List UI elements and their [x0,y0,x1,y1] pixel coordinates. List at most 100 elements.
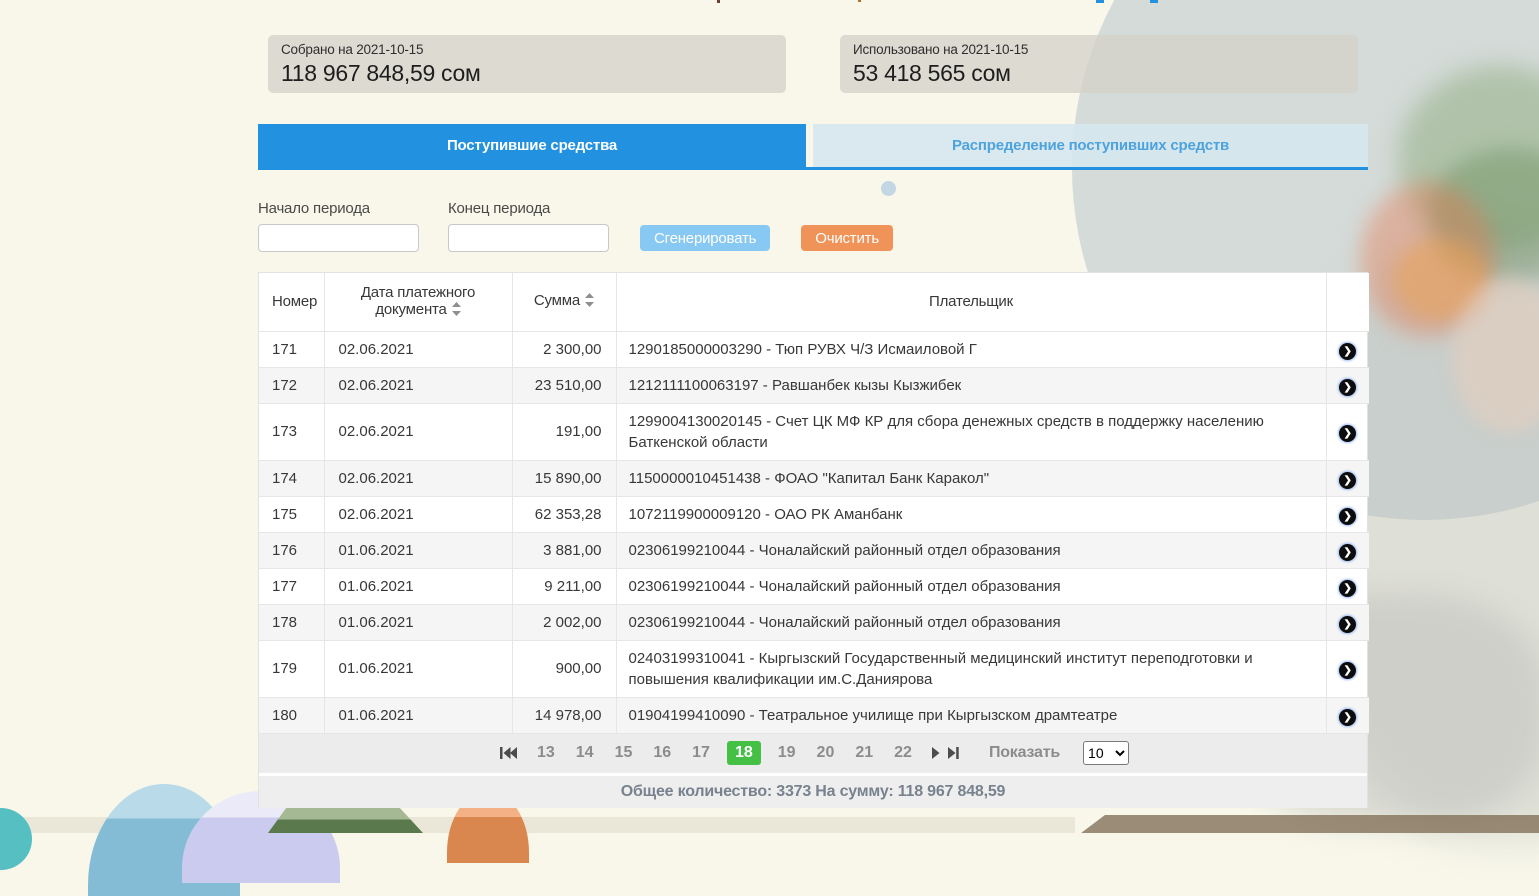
collected-value: 118 967 848,59 сом [281,60,773,87]
main-content: Собрано на 2021-10-15 118 967 848,59 сом… [258,0,1368,808]
open-row-icon[interactable]: ❯ [1339,425,1356,442]
page-number[interactable]: 14 [572,741,598,765]
row-amount: 2 002,00 [512,604,616,640]
open-row-icon[interactable]: ❯ [1339,580,1356,597]
row-date: 01.06.2021 [324,697,512,733]
open-row-icon[interactable]: ❯ [1339,662,1356,679]
page-number[interactable]: 15 [611,741,637,765]
row-payer: 1150000010451438 - ФОАО "Капитал Банк Ка… [616,460,1326,496]
summary-row: Собрано на 2021-10-15 118 967 848,59 сом… [258,35,1368,93]
table-row: 172 02.06.2021 23 510,00 121211110006319… [259,367,1369,403]
page-number[interactable]: 16 [649,741,675,765]
row-date: 02.06.2021 [324,403,512,460]
next-page-icon[interactable] [932,747,940,759]
pagination-bar: 13141516171819202122 Показать 10 [259,734,1367,773]
open-row-icon[interactable]: ❯ [1339,544,1356,561]
row-number: 172 [259,367,324,403]
open-row-icon[interactable]: ❯ [1339,508,1356,525]
row-number: 173 [259,403,324,460]
page-number[interactable]: 19 [774,741,800,765]
row-amount: 900,00 [512,640,616,697]
row-amount: 62 353,28 [512,496,616,532]
row-number: 177 [259,568,324,604]
row-payer: 01904199410090 - Театральное училище при… [616,697,1326,733]
payments-table-card: Номер Дата платежного документа Сумма Пл… [258,272,1368,808]
row-number: 176 [259,532,324,568]
row-amount: 15 890,00 [512,460,616,496]
page-numbers: 13 14 15 16 17 18 19 20 21 22 [533,741,916,765]
period-end-group: Конец периода [448,200,609,252]
row-amount: 9 211,00 [512,568,616,604]
row-date: 01.06.2021 [324,640,512,697]
page-number[interactable]: 22 [890,741,916,765]
row-payer: 1212111100063197 - Равшанбек кызы Кызжиб… [616,367,1326,403]
row-number: 178 [259,604,324,640]
sort-updown-icon[interactable] [585,293,594,311]
row-number: 180 [259,697,324,733]
column-header-action [1326,273,1369,331]
table-row: 178 01.06.2021 2 002,00 02306199210044 -… [259,604,1369,640]
row-date: 01.06.2021 [324,568,512,604]
period-end-label: Конец периода [448,200,609,217]
page-number[interactable]: 17 [688,741,714,765]
open-row-icon[interactable]: ❯ [1339,616,1356,633]
totals-footer: Общее количество: 3373 На сумму: 118 967… [259,776,1367,808]
row-date: 01.06.2021 [324,532,512,568]
tab-incoming-funds[interactable]: Поступившие средства [258,124,806,167]
page-number[interactable]: 21 [851,741,877,765]
tab-distribution-funds[interactable]: Распределение поступивших средств [813,124,1368,167]
column-header-number: Номер [259,273,324,331]
row-number: 174 [259,460,324,496]
clear-button[interactable]: Очистить [801,225,893,251]
table-row: 174 02.06.2021 15 890,00 115000001045143… [259,460,1369,496]
row-number: 179 [259,640,324,697]
column-header-amount[interactable]: Сумма [512,273,616,331]
row-payer: 02306199210044 - Чоналайский районный от… [616,532,1326,568]
table-row: 176 01.06.2021 3 881,00 02306199210044 -… [259,532,1369,568]
used-value: 53 418 565 сом [853,60,1345,87]
row-payer: 02306199210044 - Чоналайский районный от… [616,568,1326,604]
row-payer: 02306199210044 - Чоналайский районный от… [616,604,1326,640]
period-end-input[interactable] [448,224,609,252]
row-number: 175 [259,496,324,532]
row-amount: 2 300,00 [512,331,616,367]
row-payer: 1299004130020145 - Счет ЦК МФ КР для сбо… [616,403,1326,460]
page-number[interactable]: 20 [813,741,839,765]
page-number[interactable]: 13 [533,741,559,765]
used-label: Использовано на 2021-10-15 [853,42,1345,57]
period-start-input[interactable] [258,224,419,252]
decor-bottom-brown [1062,815,1539,833]
column-header-date[interactable]: Дата платежного документа [324,273,512,331]
collected-label: Собрано на 2021-10-15 [281,42,773,57]
row-amount: 191,00 [512,403,616,460]
row-date: 02.06.2021 [324,331,512,367]
row-date: 02.06.2021 [324,460,512,496]
table-header-row: Номер Дата платежного документа Сумма Пл… [259,273,1369,331]
table-row: 173 02.06.2021 191,00 1299004130020145 -… [259,403,1369,460]
last-page-icon[interactable] [948,747,959,759]
period-start-group: Начало периода [258,200,419,252]
row-number: 171 [259,331,324,367]
page-number-active[interactable]: 18 [727,741,761,765]
column-header-amount-label: Сумма [534,292,580,309]
column-header-payer: Плательщик [616,273,1326,331]
period-start-label: Начало периода [258,200,419,217]
sort-updown-icon[interactable] [452,302,461,320]
row-date: 02.06.2021 [324,367,512,403]
row-amount: 3 881,00 [512,532,616,568]
used-summary-box: Использовано на 2021-10-15 53 418 565 со… [840,35,1358,93]
generate-button[interactable]: Сгенерировать [640,225,770,251]
row-date: 02.06.2021 [324,496,512,532]
open-row-icon[interactable]: ❯ [1339,343,1356,360]
row-payer: 02403199310041 - Кыргызский Государствен… [616,640,1326,697]
table-row: 175 02.06.2021 62 353,28 107211990000912… [259,496,1369,532]
first-page-icon[interactable] [500,747,517,759]
tabs: Поступившие средства Распределение посту… [258,124,1368,170]
open-row-icon[interactable]: ❯ [1339,379,1356,396]
open-row-icon[interactable]: ❯ [1339,709,1356,726]
table-body: 171 02.06.2021 2 300,00 1290185000003290… [259,331,1369,733]
row-amount: 23 510,00 [512,367,616,403]
row-payer: 1290185000003290 - Тюп РУВХ Ч/З Исмаилов… [616,331,1326,367]
page-size-select[interactable]: 10 [1083,741,1129,765]
open-row-icon[interactable]: ❯ [1339,472,1356,489]
